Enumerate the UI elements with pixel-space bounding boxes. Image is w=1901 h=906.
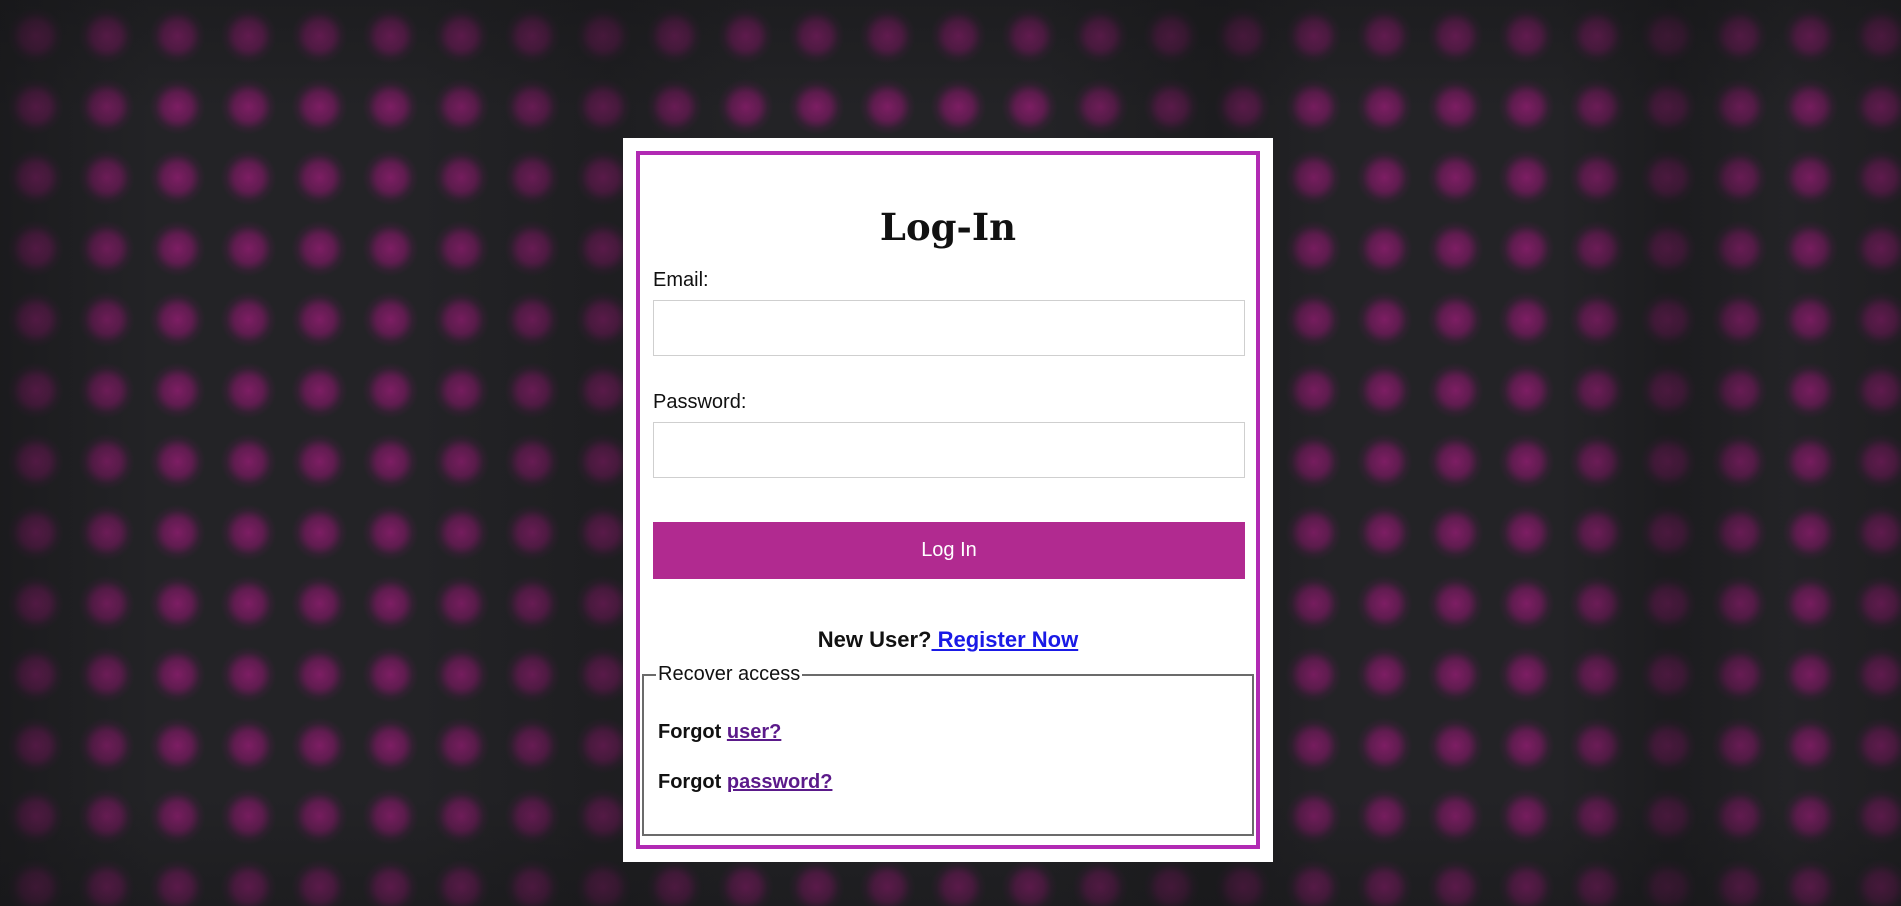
password-label: Password:: [653, 391, 747, 413]
new-user-prompt: New User? Register Now: [640, 627, 1256, 653]
page-title: Log-In: [879, 205, 1017, 249]
forgot-user-row: Forgot user?: [658, 721, 781, 744]
register-now-link[interactable]: Register Now: [932, 627, 1079, 652]
recover-access-legend: Recover access: [656, 663, 803, 686]
forgot-password-prefix: Forgot: [658, 771, 727, 793]
forgot-user-prefix: Forgot: [658, 721, 727, 743]
login-card: Log-In Email: Password: Log In New User?…: [623, 138, 1273, 862]
forgot-password-row: Forgot password?: [658, 771, 832, 794]
recover-access-fieldset: Recover access Forgot user? Forgot passw…: [642, 663, 1254, 836]
password-field[interactable]: [653, 422, 1245, 478]
login-card-border: Log-In Email: Password: Log In New User?…: [636, 151, 1260, 849]
forgot-password-link[interactable]: password?: [727, 771, 833, 793]
email-field[interactable]: [653, 300, 1245, 356]
forgot-user-link[interactable]: user?: [727, 721, 781, 743]
new-user-text: New User?: [817, 627, 932, 652]
login-button[interactable]: Log In: [653, 522, 1245, 579]
email-label: Email:: [653, 269, 709, 291]
